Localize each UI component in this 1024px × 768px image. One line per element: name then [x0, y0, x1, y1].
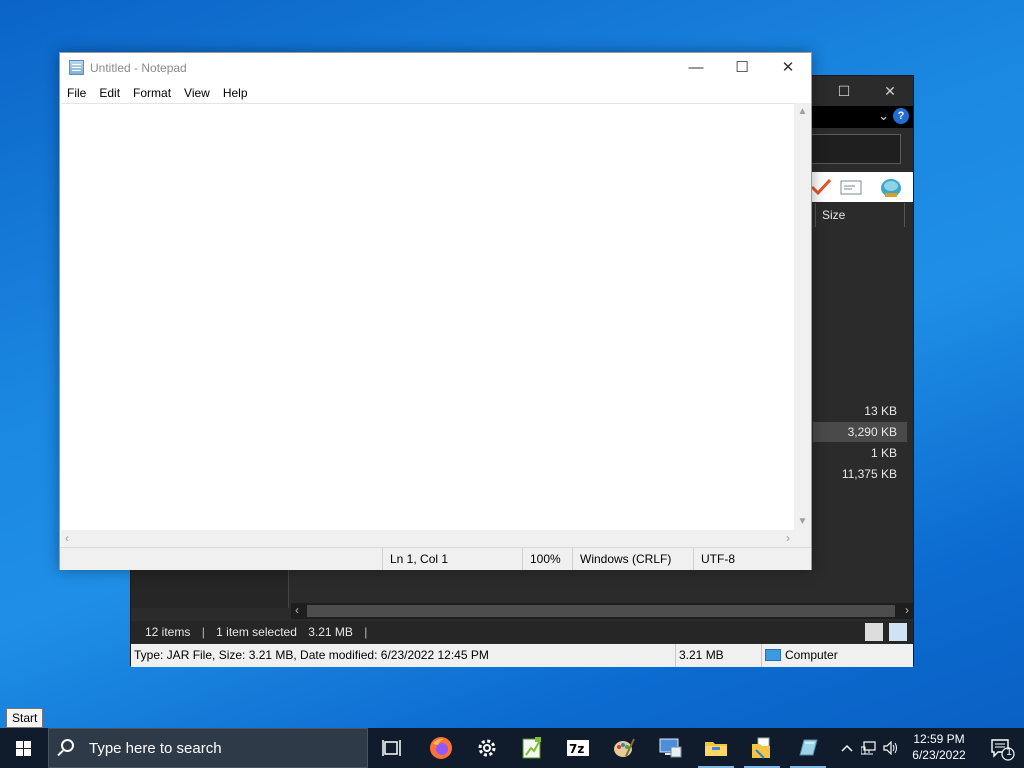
chevron-down-icon[interactable]: ⌄	[878, 108, 889, 124]
column-header-size[interactable]: Size	[815, 203, 905, 227]
show-hidden-icons-chevron-icon[interactable]	[836, 728, 858, 768]
taskbar-search-box[interactable]: Type here to search	[48, 728, 368, 768]
scroll-down-icon[interactable]: ▼	[794, 516, 811, 527]
scroll-left-icon[interactable]: ‹	[295, 603, 299, 617]
status-bar: 12 items | 1 item selected 3.21 MB |	[131, 621, 913, 643]
minimize-button[interactable]: —	[673, 53, 719, 83]
folder-document-icon[interactable]	[740, 728, 784, 768]
toolbar	[809, 172, 913, 202]
search-placeholder: Type here to search	[89, 740, 222, 757]
taskbar: Type here to search 7z 12:59 PM 6/23/202…	[0, 728, 1024, 768]
clock-time: 12:59 PM	[913, 732, 965, 746]
scroll-right-icon[interactable]: ›	[905, 603, 909, 617]
task-view-icon[interactable]	[370, 728, 414, 768]
file-size-text: 3.21 MB	[676, 644, 762, 667]
location-cell: Computer	[762, 644, 912, 667]
shell-icon[interactable]	[879, 176, 903, 198]
notification-count-badge: 1	[1006, 747, 1012, 758]
scroll-up-icon[interactable]: ▲	[794, 106, 811, 117]
horizontal-scrollbar[interactable]: ‹ ›	[291, 603, 913, 619]
notepad-titlebar[interactable]: Untitled - Notepad — ☐ ✕	[60, 53, 811, 83]
menu-bar: File Edit Format View Help	[60, 83, 811, 103]
menu-edit[interactable]: Edit	[92, 83, 126, 100]
firefox-icon[interactable]	[419, 728, 463, 768]
file-explorer-icon[interactable]	[694, 728, 738, 768]
selection-size: 3.21 MB	[308, 625, 353, 639]
volume-icon[interactable]	[880, 728, 902, 768]
7zip-icon[interactable]: 7z	[556, 728, 600, 768]
menu-file[interactable]: File	[60, 83, 92, 100]
notification-icon	[991, 739, 1015, 761]
horizontal-scrollbar[interactable]: ‹ ›	[61, 530, 794, 547]
line-ending: Windows (CRLF)	[572, 548, 693, 570]
menu-view[interactable]: View	[177, 83, 216, 100]
cursor-position: Ln 1, Col 1	[382, 548, 522, 570]
windows-logo-icon	[16, 741, 32, 756]
remote-desktop-icon[interactable]	[648, 728, 692, 768]
status-bar: Ln 1, Col 1 100% Windows (CRLF) UTF-8	[60, 547, 811, 570]
notepad-icon	[69, 60, 84, 75]
paint-icon[interactable]	[602, 728, 646, 768]
file-details-text: Type: JAR File, Size: 3.21 MB, Date modi…	[131, 644, 676, 667]
encoding: UTF-8	[693, 548, 811, 570]
scrollbar-thumb[interactable]	[307, 605, 895, 617]
scroll-left-icon[interactable]: ‹	[65, 531, 69, 545]
zoom-level: 100%	[522, 548, 572, 570]
maximize-button[interactable]: ☐	[719, 53, 765, 83]
help-icon[interactable]: ?	[893, 108, 909, 124]
notepad-window[interactable]: Untitled - Notepad — ☐ ✕ File Edit Format V…	[59, 52, 812, 570]
computer-icon	[765, 649, 781, 661]
close-button[interactable]: ✕	[765, 53, 811, 83]
maximize-button[interactable]: ☐	[821, 80, 867, 102]
search-input[interactable]	[809, 134, 901, 164]
notepad-plus-icon[interactable]	[510, 728, 554, 768]
start-button[interactable]	[0, 728, 48, 768]
test-check-icon[interactable]	[809, 176, 833, 198]
info-card-icon[interactable]	[839, 176, 863, 198]
clock-date: 6/23/2022	[912, 748, 966, 762]
folder-pane[interactable]	[131, 568, 289, 608]
search-icon	[61, 739, 74, 752]
item-count: 12 items	[145, 625, 191, 639]
resize-corner[interactable]	[794, 530, 811, 547]
menu-help[interactable]: Help	[216, 83, 254, 100]
window-title: Untitled - Notepad	[90, 61, 187, 75]
settings-icon[interactable]	[465, 728, 509, 768]
action-center-button[interactable]: 1	[978, 728, 1024, 768]
scroll-right-icon[interactable]: ›	[786, 531, 790, 545]
start-tooltip: Start	[6, 708, 44, 728]
network-icon[interactable]	[858, 728, 880, 768]
preview-view-icon[interactable]	[889, 623, 907, 641]
info-bar: Type: JAR File, Size: 3.21 MB, Date modi…	[131, 644, 913, 667]
details-view-icon[interactable]	[865, 623, 883, 641]
file-size-cell-selected[interactable]: 3,290 KB	[813, 422, 907, 442]
system-clock[interactable]: 12:59 PM 6/23/2022	[900, 731, 978, 763]
selection-count: 1 item selected	[216, 625, 297, 639]
location-text: Computer	[785, 648, 838, 662]
close-button[interactable]: ✕	[867, 80, 913, 102]
app-icon[interactable]	[786, 728, 830, 768]
svg-text:7z: 7z	[569, 742, 584, 756]
text-editor-area[interactable]	[61, 103, 794, 530]
vertical-scrollbar[interactable]: ▲ ▼	[794, 103, 811, 530]
menu-format[interactable]: Format	[126, 83, 177, 100]
